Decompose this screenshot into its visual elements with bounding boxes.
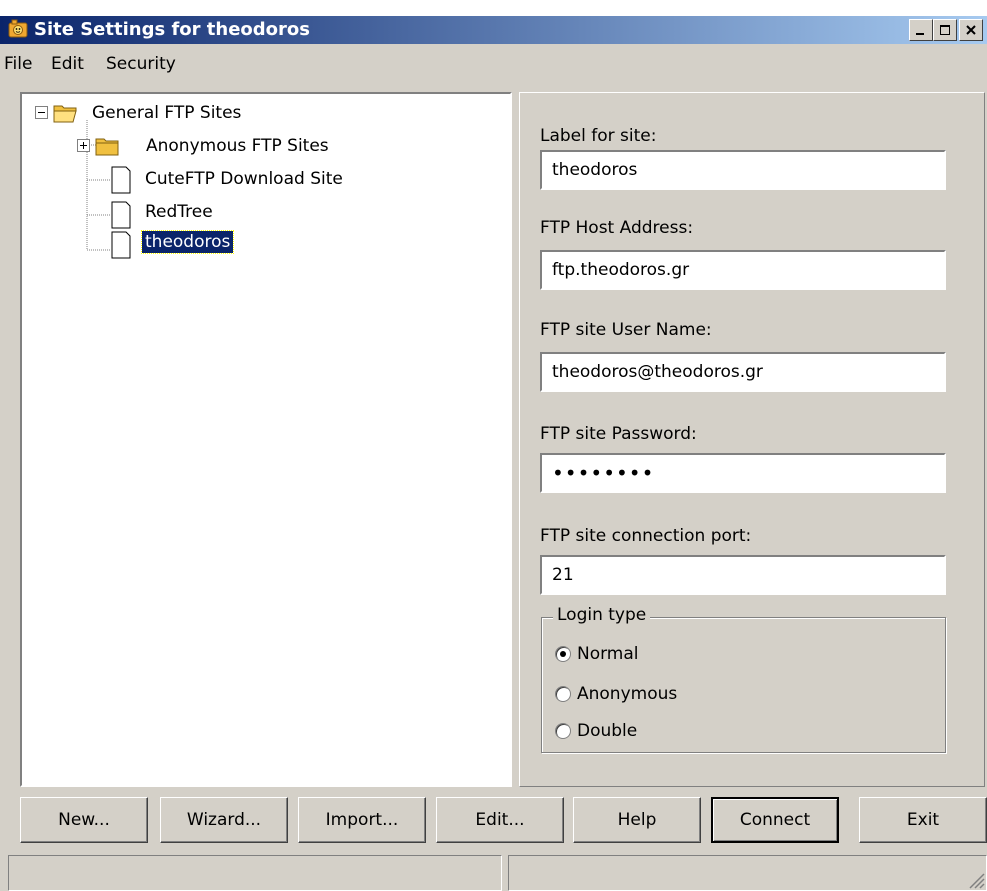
username-field[interactable] xyxy=(540,352,946,392)
document-icon xyxy=(111,166,131,194)
document-icon xyxy=(111,231,131,259)
import-button[interactable]: Import... xyxy=(298,797,426,843)
radio-selected-dot xyxy=(560,651,566,657)
tree-label-redtree: RedTree xyxy=(145,202,213,222)
radio-button[interactable] xyxy=(555,723,571,739)
tree-label-cuteftp: CuteFTP Download Site xyxy=(145,169,343,189)
password-field[interactable] xyxy=(540,453,946,493)
radio-label-double: Double xyxy=(577,721,638,741)
radio-anonymous[interactable]: Anonymous xyxy=(555,684,677,704)
new-button[interactable]: New... xyxy=(20,797,148,843)
status-pane-right xyxy=(508,855,987,891)
document-icon xyxy=(111,201,131,229)
login-type-legend: Login type xyxy=(553,605,651,625)
collapse-icon[interactable] xyxy=(35,106,49,120)
help-button[interactable]: Help xyxy=(573,797,701,843)
edit-button[interactable]: Edit... xyxy=(436,797,564,843)
host-field[interactable] xyxy=(540,250,946,290)
user-caption: FTP site User Name: xyxy=(540,320,712,340)
tree-label-root: General FTP Sites xyxy=(92,103,242,123)
host-caption: FTP Host Address: xyxy=(540,218,694,238)
radio-label-normal: Normal xyxy=(577,644,639,664)
open-folder-icon xyxy=(53,105,77,123)
expand-icon[interactable] xyxy=(77,139,91,153)
radio-normal[interactable]: Normal xyxy=(555,644,639,664)
radio-double[interactable]: Double xyxy=(555,721,637,741)
tree-label-anonymous: Anonymous FTP Sites xyxy=(146,136,329,156)
tree-label-theodoros: theodoros xyxy=(140,230,235,254)
label-caption: Label for site: xyxy=(540,126,657,146)
exit-button[interactable]: Exit xyxy=(859,797,987,843)
port-caption: FTP site connection port: xyxy=(540,526,752,546)
status-pane-left xyxy=(8,855,502,891)
password-caption: FTP site Password: xyxy=(540,424,697,444)
radio-label-anonymous: Anonymous xyxy=(577,684,678,704)
resize-grip-icon[interactable] xyxy=(967,871,985,889)
connect-button[interactable]: Connect xyxy=(711,797,839,843)
wizard-button[interactable]: Wizard... xyxy=(160,797,288,843)
port-field[interactable] xyxy=(540,555,946,595)
radio-button[interactable] xyxy=(555,646,571,662)
folder-icon xyxy=(95,138,119,156)
radio-button[interactable] xyxy=(555,686,571,702)
label-field[interactable] xyxy=(540,150,946,190)
